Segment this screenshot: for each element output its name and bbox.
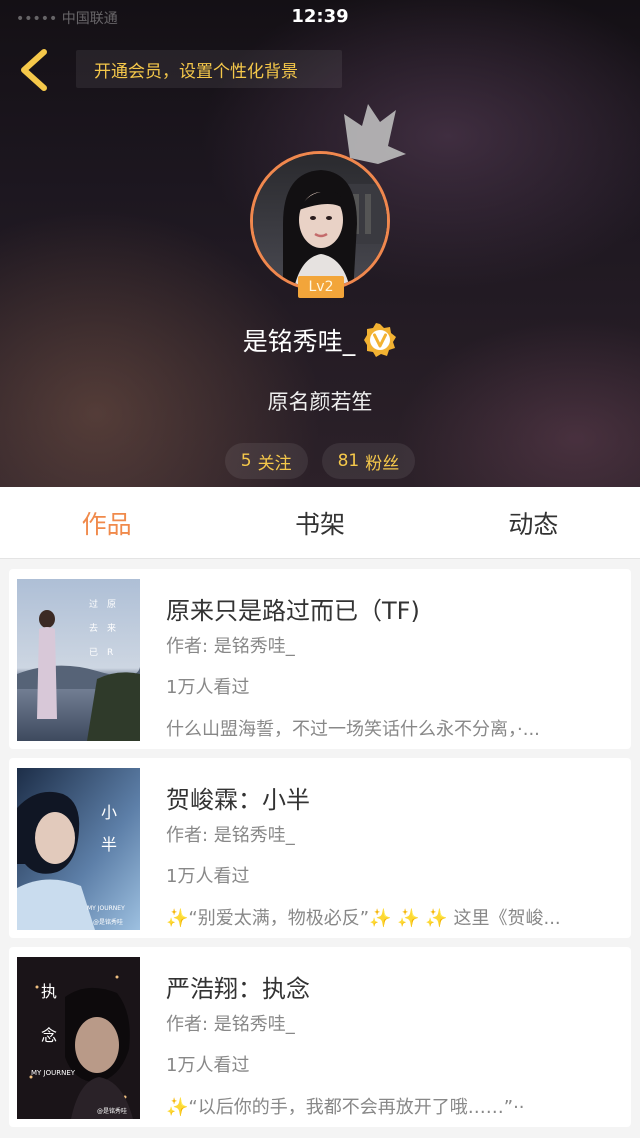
cover-char: 念 [41,1026,57,1045]
work-card[interactable]: 执 念 MY JOURNEY @是铭秀哇 严浩翔：执念 作者: 是铭秀哇_ 1万… [9,947,631,1127]
chevron-left-icon [21,49,47,91]
sparkle-icon: ✨ [166,1097,189,1118]
following-button[interactable]: 5 关注 [224,443,308,479]
following-label: 关注 [257,453,292,474]
tab-bar: 作品 书架 动态 [0,487,640,559]
profile-header: ••••• 中国联通 12:39 开通会员，设置个性化背景 Lv2 是铭秀哇_ … [0,0,640,487]
cover-char: 已 [89,647,98,658]
cover-caption: @是铭秀哇 [97,1107,127,1115]
cover-char: 来 [107,623,116,634]
username-row: 是铭秀哇_ [0,322,640,358]
username: 是铭秀哇_ [242,327,356,356]
work-author: 作者: 是铭秀哇_ [166,1014,295,1035]
verified-v-icon [364,323,397,357]
tab-bookshelf[interactable]: 书架 [213,487,426,558]
cover-char: 原 [107,599,116,610]
work-author: 作者: 是铭秀哇_ [166,636,295,657]
cover-caption: @是铭秀哇 [93,918,123,926]
cover-image: 小 半 MY JOURNEY @是铭秀哇 [17,768,140,930]
back-button[interactable] [12,44,60,96]
cover-caption: MY JOURNEY [87,905,125,912]
cover-char: 过 [89,598,98,610]
cover-char: 执 [41,982,57,1001]
vip-banner-button[interactable]: 开通会员，设置个性化背景 [76,50,342,88]
sparkle-icon: ✨ [166,908,189,929]
following-count: 5 [240,451,252,471]
avatar[interactable] [250,151,390,291]
work-card[interactable]: 小 半 MY JOURNEY @是铭秀哇 贺峻霖：小半 作者: 是铭秀哇_ 1万… [9,758,631,938]
cover-char: R [107,648,113,658]
work-description: ✨“以后你的手，我都不会再放开了哦……”·· [166,1093,614,1119]
followers-button[interactable]: 81 粉丝 [321,443,416,479]
cover-image: 执 念 MY JOURNEY @是铭秀哇 [17,957,140,1119]
work-views: 1万人看过 [166,1055,250,1076]
work-card[interactable]: 过 原 去 来 已 R 原来只是路过而已（TF) 作者: 是铭秀哇_ 1万人看过… [9,569,631,749]
cover-char: 去 [89,622,98,634]
work-description-text: “以后你的手，我都不会再放开了哦……”·· [188,1097,525,1118]
work-author: 作者: 是铭秀哇_ [166,825,295,846]
stats-row: 5 关注 81 粉丝 [0,443,640,479]
book-cover[interactable]: 过 原 去 来 已 R [17,579,140,741]
level-badge: Lv2 [298,276,344,298]
works-list: 过 原 去 来 已 R 原来只是路过而已（TF) 作者: 是铭秀哇_ 1万人看过… [0,559,640,1136]
work-description: ✨“别爱太满，物极必反”✨ ✨ ✨ 这里《贺峻... [166,904,614,930]
work-title: 贺峻霖：小半 [166,786,310,814]
status-time: 12:39 [291,6,349,27]
tab-activity[interactable]: 动态 [427,487,640,558]
work-description-text: “别爱太满，物极必反”✨ ✨ ✨ 这里《贺峻... [188,908,561,929]
tab-works[interactable]: 作品 [0,487,213,558]
followers-count: 81 [337,451,360,471]
bio-text: 原名颜若笙 [267,390,373,414]
followers-label: 粉丝 [365,453,400,474]
cover-char: 半 [101,835,117,854]
book-cover[interactable]: 执 念 MY JOURNEY @是铭秀哇 [17,957,140,1119]
work-title: 严浩翔：执念 [166,975,310,1003]
cover-caption: MY JOURNEY [31,1069,76,1077]
avatar-image [253,154,387,288]
work-views: 1万人看过 [166,866,250,887]
cover-char: 小 [101,803,117,822]
book-cover[interactable]: 小 半 MY JOURNEY @是铭秀哇 [17,768,140,930]
work-description: 什么山盟海誓，不过一场笑话什么永不分离，·... [166,719,540,740]
cover-image: 过 原 去 来 已 R [17,579,140,741]
work-title: 原来只是路过而已（TF) [166,597,420,625]
work-views: 1万人看过 [166,677,250,698]
